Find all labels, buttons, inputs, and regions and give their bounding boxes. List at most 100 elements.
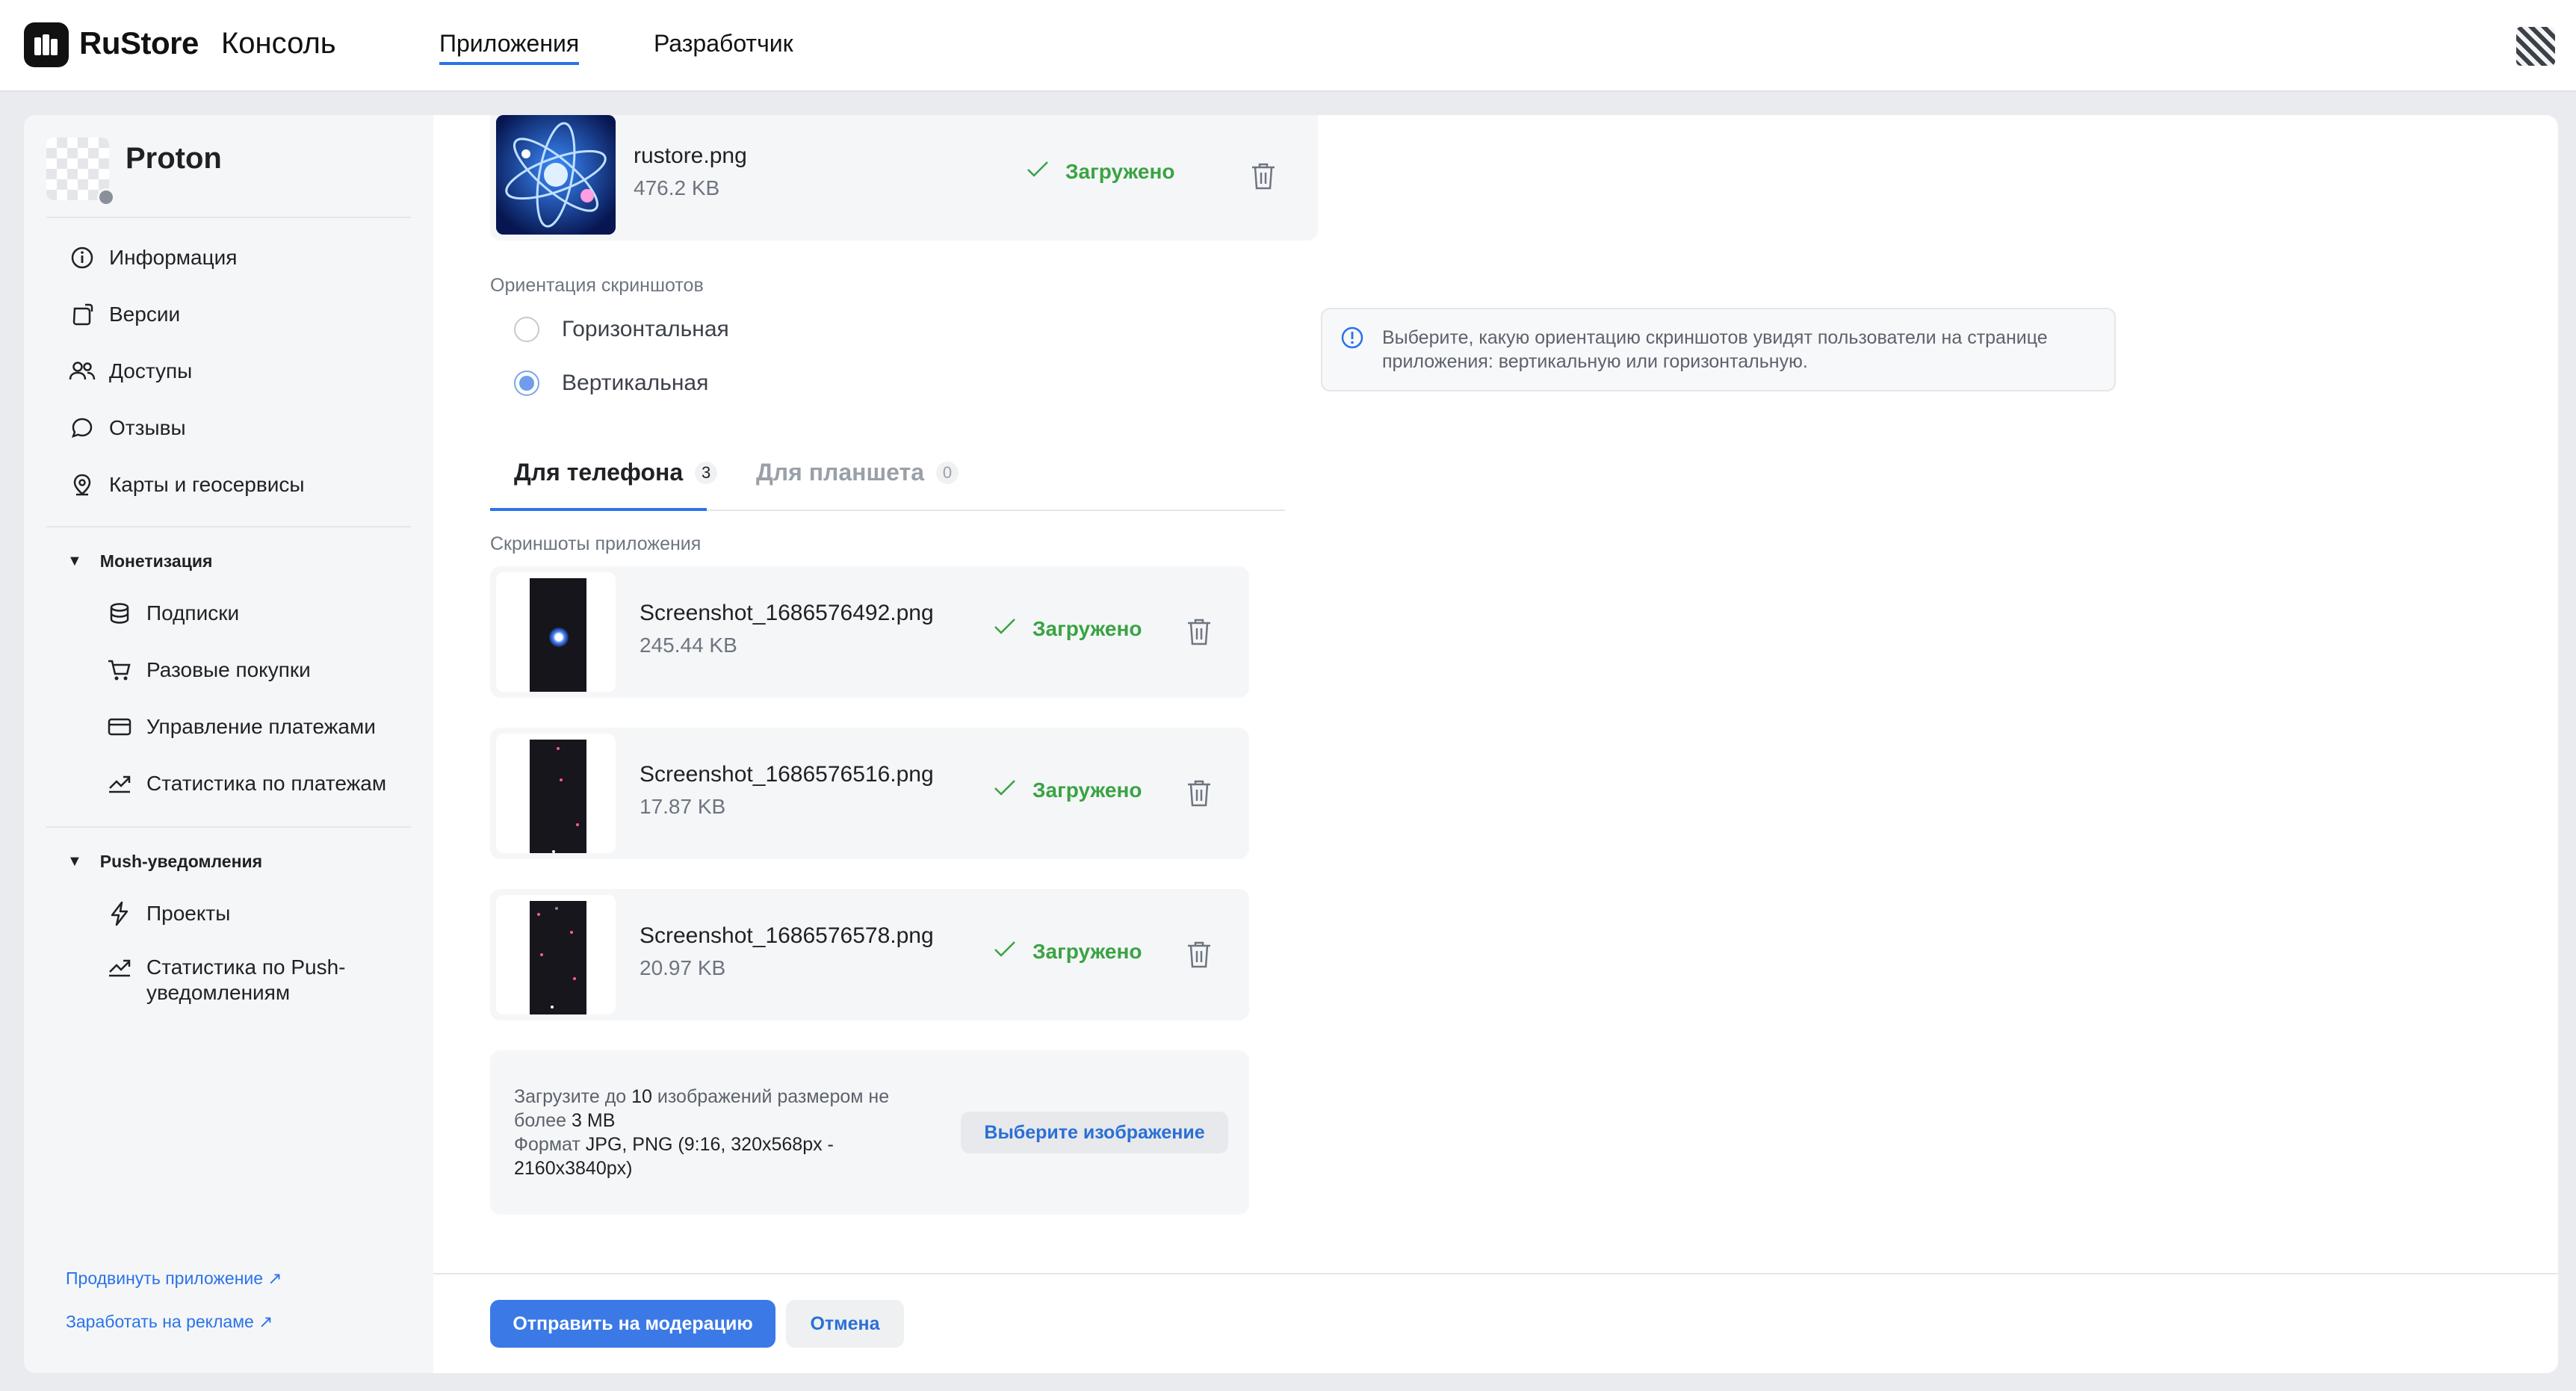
nav-tab-applications[interactable]: Приложения <box>439 30 580 65</box>
brand-subtitle: Консоль <box>221 27 336 60</box>
hint-text: Выберите, какую ориентацию скриншотов ув… <box>1382 327 2048 372</box>
device-tabs: Для телефона 3 Для планшета 0 <box>490 448 1285 511</box>
sidebar-item-label: Отзывы <box>109 416 186 439</box>
screenshot-card: Screenshot_1686576516.png 17.87 KB Загру… <box>490 728 1249 859</box>
submit-moderation-button[interactable]: Отправить на модерацию <box>490 1300 775 1348</box>
upload-status: Загружено <box>994 617 1142 641</box>
trash-icon[interactable] <box>1186 617 1212 647</box>
triangle-down-icon: ▼ <box>67 553 82 569</box>
file-size: 245.44 KB <box>640 633 737 657</box>
file-size: 476.2 KB <box>634 176 720 199</box>
upload-text: Загрузите до <box>514 1086 632 1107</box>
lightning-icon <box>106 901 133 926</box>
trend-icon <box>106 771 133 796</box>
tab-underline <box>490 508 707 511</box>
upload-max-count: 10 <box>631 1086 652 1107</box>
radio-button[interactable] <box>514 371 539 396</box>
sidebar-divider <box>46 826 411 828</box>
icon-thumbnail <box>496 115 616 235</box>
screenshot-card: Screenshot_1686576492.png 245.44 KB Загр… <box>490 566 1249 698</box>
screenshot-thumbnail <box>496 572 616 692</box>
sidebar-divider <box>46 217 411 218</box>
cart-icon <box>106 657 133 683</box>
status-text: Загружено <box>1032 940 1142 963</box>
upload-dropzone[interactable]: Загрузите до 10 изображений размером не … <box>490 1050 1249 1215</box>
file-size: 17.87 KB <box>640 795 726 818</box>
versions-icon <box>69 302 96 327</box>
sidebar-item-label: Версии <box>109 303 181 326</box>
sidebar: Proton Информация Версии Доступы Отзывы <box>24 115 433 1373</box>
form-footer: Отправить на модерацию Отмена <box>433 1273 2558 1373</box>
orientation-option-horizontal[interactable]: Горизонтальная <box>514 317 729 342</box>
trash-icon[interactable] <box>1186 940 1212 970</box>
cancel-button[interactable]: Отмена <box>786 1300 904 1348</box>
nav-tab-developer[interactable]: Разработчик <box>654 30 793 58</box>
user-avatar[interactable] <box>2516 27 2555 66</box>
sidebar-item-access[interactable]: Доступы <box>69 359 192 384</box>
location-pin-icon <box>69 472 96 498</box>
trash-icon[interactable] <box>1186 778 1212 808</box>
screenshot-thumbnail <box>496 895 616 1014</box>
sidebar-item-label: Информация <box>109 246 238 269</box>
app-status-dot <box>97 188 115 206</box>
orientation-option-vertical[interactable]: Вертикальная <box>514 371 708 396</box>
screenshot-thumbnail <box>496 734 616 853</box>
sidebar-item-versions[interactable]: Версии <box>69 302 180 327</box>
check-icon <box>1027 160 1049 184</box>
file-name: Screenshot_1686576492.png <box>640 601 934 625</box>
status-text: Загружено <box>1032 617 1142 640</box>
trend-icon <box>106 955 133 980</box>
sidebar-item-projects[interactable]: Проекты <box>106 901 230 926</box>
radio-button[interactable] <box>514 317 539 342</box>
sidebar-item-label: Доступы <box>109 359 193 382</box>
sidebar-item-payment-management[interactable]: Управление платежами <box>106 714 376 740</box>
upload-text: Формат <box>514 1134 586 1155</box>
count-badge: 0 <box>935 461 959 484</box>
tab-tablet[interactable]: Для планшета 0 <box>756 459 959 486</box>
section-title: Монетизация <box>99 551 213 571</box>
radio-label: Горизонтальная <box>562 317 729 341</box>
file-name: Screenshot_1686576516.png <box>640 762 934 787</box>
sidebar-section-push[interactable]: ▼ Push-уведомления <box>67 852 262 872</box>
promote-app-link[interactable]: Продвинуть приложение ↗ <box>66 1268 282 1289</box>
upload-status: Загружено <box>994 778 1142 802</box>
sidebar-item-maps[interactable]: Карты и геосервисы <box>69 472 305 498</box>
tab-label: Для планшета <box>756 459 924 486</box>
check-icon <box>994 778 1016 802</box>
sidebar-item-one-time-purchases[interactable]: Разовые покупки <box>106 657 311 683</box>
database-icon <box>106 601 133 626</box>
brand-name: RuStore <box>79 25 199 61</box>
upload-max-size: 3 MB <box>572 1110 616 1131</box>
status-text: Загружено <box>1065 160 1175 183</box>
tab-label: Для телефона <box>514 459 684 486</box>
sidebar-item-payment-stats[interactable]: Статистика по платежам <box>106 771 386 796</box>
check-icon <box>994 940 1016 964</box>
rustore-logo[interactable] <box>24 22 69 67</box>
upload-requirements: Загрузите до 10 изображений размером не … <box>514 1085 932 1180</box>
app-name: Proton <box>126 142 222 175</box>
sidebar-item-label: Карты и геосервисы <box>109 473 305 496</box>
radio-label: Вертикальная <box>562 371 709 395</box>
orientation-hint: Выберите, какую ориентацию скриншотов ув… <box>1321 308 2116 391</box>
sidebar-item-push-stats[interactable]: Статистика по Push-уведомлениям <box>106 955 390 1006</box>
screenshots-label: Скриншоты приложения <box>490 533 702 554</box>
info-icon <box>1340 326 1364 353</box>
tab-phone[interactable]: Для телефона 3 <box>514 459 718 486</box>
upload-status: Загружено <box>1027 160 1175 184</box>
main-card: Proton Информация Версии Доступы Отзывы <box>24 115 2558 1373</box>
sidebar-item-label: Проекты <box>146 902 231 925</box>
chat-icon <box>69 415 96 441</box>
sidebar-item-label: Статистика по Push-уведомлениям <box>146 955 346 1004</box>
status-text: Загружено <box>1032 778 1142 802</box>
choose-image-button[interactable]: Выберите изображение <box>961 1112 1228 1153</box>
earn-ads-link[interactable]: Заработать на рекламе ↗ <box>66 1312 273 1332</box>
sidebar-item-subscriptions[interactable]: Подписки <box>106 601 239 626</box>
card-icon <box>106 714 133 740</box>
sidebar-section-monetization[interactable]: ▼ Монетизация <box>67 551 212 571</box>
users-icon <box>69 359 96 384</box>
sidebar-item-label: Управление платежами <box>146 715 376 738</box>
file-size: 20.97 KB <box>640 956 726 979</box>
trash-icon[interactable] <box>1251 161 1276 191</box>
sidebar-item-info[interactable]: Информация <box>69 245 237 270</box>
sidebar-item-reviews[interactable]: Отзывы <box>69 415 186 441</box>
